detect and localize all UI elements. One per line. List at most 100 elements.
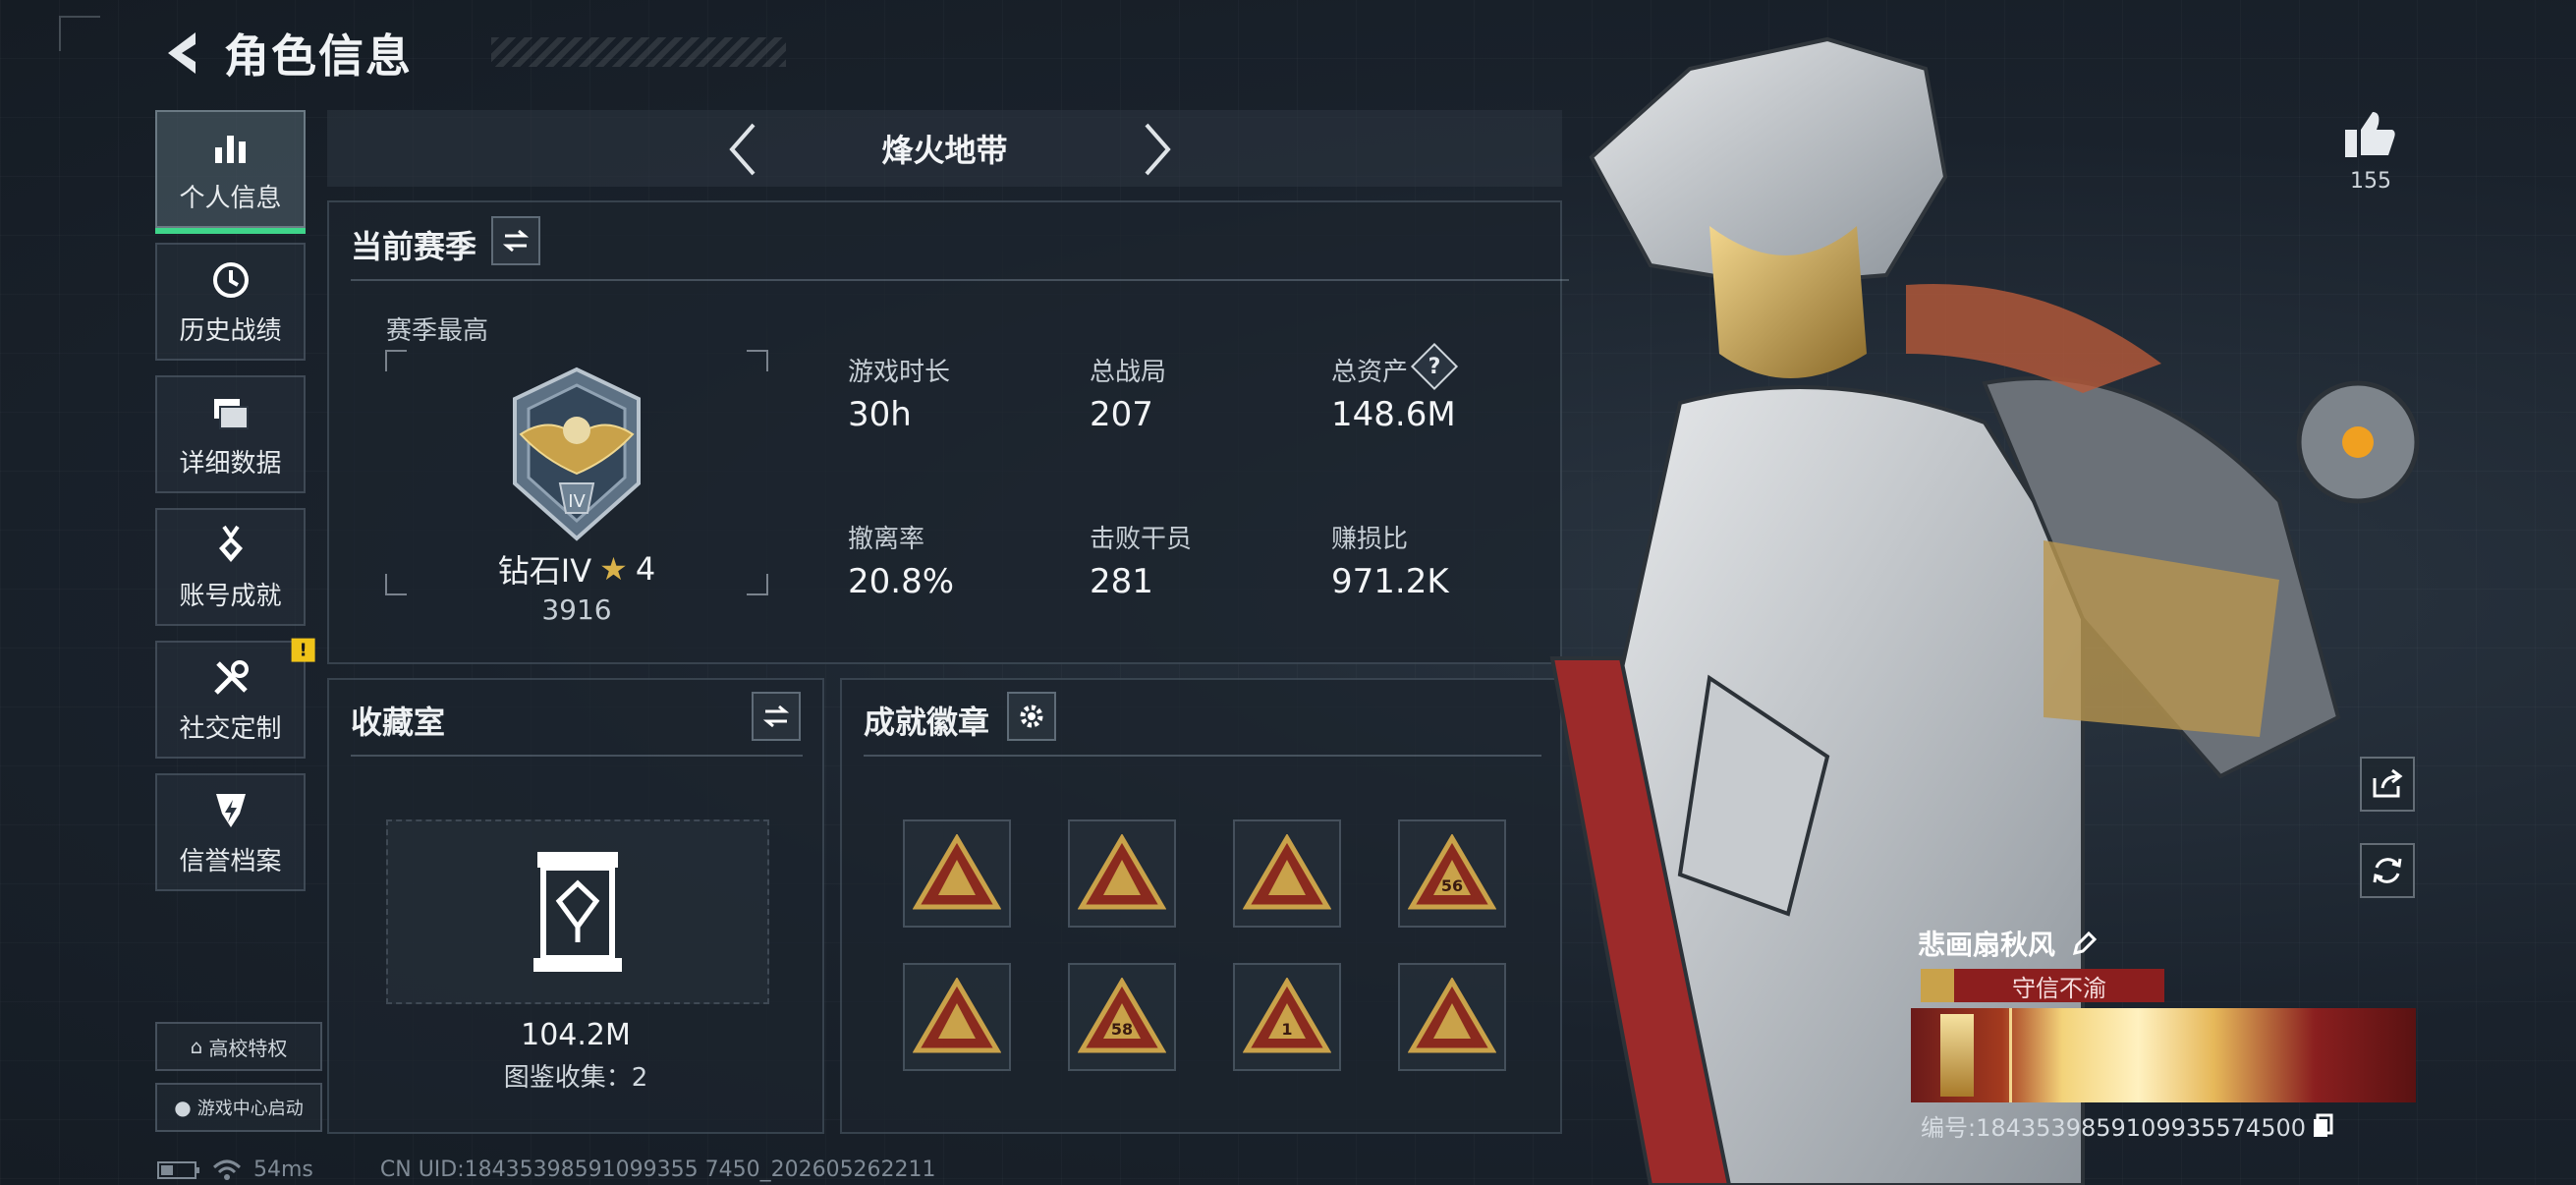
battery-icon: [157, 1160, 199, 1179]
sidebar-item-label: 个人信息: [179, 183, 282, 213]
refresh-icon: [2373, 858, 2402, 883]
player-name-row: 悲画扇秋风: [1918, 924, 2099, 963]
triangle-badge-icon: [1078, 834, 1166, 910]
rank-frame: IV 钻石IV ★ 4 3916: [385, 350, 768, 626]
sidebar-item-history[interactable]: 历史战绩: [155, 243, 306, 361]
stat-value: 148.6M: [1331, 395, 1456, 434]
badge-label: 56: [1441, 876, 1463, 895]
divider: [864, 755, 1541, 757]
banner-sword-art: [1940, 1014, 1974, 1097]
achievement-badge[interactable]: 56: [1398, 819, 1506, 928]
stat-label: 赚损比: [1331, 525, 1409, 554]
achievements-settings-button[interactable]: [1007, 692, 1056, 741]
frame-corner: [747, 350, 768, 371]
stat-label: 撤离率: [848, 525, 925, 554]
achievement-badge[interactable]: [1068, 819, 1176, 928]
chevron-right-icon: [1145, 123, 1171, 176]
achievement-badge[interactable]: [903, 819, 1011, 928]
stat-label: 游戏时长: [848, 358, 951, 387]
achievement-badge[interactable]: [1398, 963, 1506, 1071]
copy-icon[interactable]: [2312, 1113, 2333, 1139]
triangle-badge-icon: [913, 978, 1001, 1053]
badge-label: 1: [1281, 1020, 1292, 1039]
honor-emblem-icon: [1921, 969, 1954, 1002]
corner-mark: [59, 16, 100, 51]
honor-tag: 守信不渝: [1921, 969, 2164, 1002]
player-name: 悲画扇秋风: [1918, 929, 2056, 961]
game-center-label: 游戏中心启动: [196, 1099, 304, 1119]
name-card-banner[interactable]: [1911, 1008, 2416, 1102]
sidebar-item-label: 社交定制: [179, 713, 282, 744]
header: 角色信息: [157, 24, 786, 83]
refresh-button[interactable]: [2360, 843, 2415, 898]
lightning-shield-icon: [208, 788, 253, 833]
banner-divider: [2009, 1008, 2012, 1102]
wifi-icon: [212, 1159, 242, 1180]
chevron-left-icon: [729, 123, 756, 176]
medal-icon: [208, 523, 253, 568]
rank-score: 3916: [541, 593, 612, 626]
share-button[interactable]: [2360, 757, 2415, 812]
season-title: 当前赛季: [351, 228, 477, 265]
divider: [351, 279, 1569, 281]
sidebar-item-details[interactable]: 详细数据: [155, 375, 306, 493]
sidebar-item-credit[interactable]: 信誉档案: [155, 773, 306, 891]
triangle-badge-icon: [913, 834, 1001, 910]
mode-next-button[interactable]: [1133, 122, 1182, 177]
player-uid-row: 编号:1843539859109935574500: [1921, 1108, 2333, 1143]
collection-switch-button[interactable]: [752, 692, 801, 741]
campus-icon: ⌂: [190, 1035, 203, 1058]
player-uid: 编号:1843539859109935574500: [1921, 1114, 2307, 1142]
sidebar-item-label: 信誉档案: [179, 846, 282, 876]
collection-value: 104.2M: [521, 1018, 631, 1052]
share-icon: [2373, 768, 2403, 798]
season-best-label: 赛季最高: [386, 316, 489, 346]
game-center-button[interactable]: ● 游戏中心启动: [155, 1083, 322, 1132]
sidebar-item-achievements[interactable]: 账号成就: [155, 508, 306, 626]
frame-corner: [385, 350, 407, 371]
achievements-panel: 成就徽章 56 58 1: [840, 678, 1562, 1134]
edit-pencil-icon[interactable]: [2071, 930, 2099, 957]
achievement-badge[interactable]: [1233, 819, 1341, 928]
stat-value: 207: [1090, 395, 1153, 434]
vault-icon: [533, 852, 622, 972]
stat-label: 总资产: [1331, 358, 1409, 387]
sidebar-item-personal-info[interactable]: 个人信息: [155, 110, 306, 234]
stat-value: 30h: [848, 395, 912, 434]
warning-badge: !: [291, 638, 315, 662]
collection-count: 图鉴收集：2: [503, 1063, 648, 1093]
gear-icon: [1020, 705, 1043, 728]
like-button[interactable]: 155: [2340, 108, 2401, 194]
back-button[interactable]: [157, 26, 206, 81]
badge-label: 58: [1111, 1020, 1133, 1039]
mode-selector: 烽火地带: [327, 110, 1562, 187]
achievement-badge[interactable]: 58: [1068, 963, 1176, 1071]
campus-privilege-button[interactable]: ⌂ 高校特权: [155, 1022, 322, 1071]
star-icon: ★: [599, 550, 628, 588]
season-switch-button[interactable]: [491, 216, 540, 265]
swap-icon: [762, 705, 790, 728]
thumbs-up-icon: [2345, 112, 2395, 157]
svg-text:IV: IV: [568, 491, 586, 512]
ping-text: 54ms: [253, 1157, 313, 1182]
title-decoration: [491, 37, 786, 67]
achievements-title: 成就徽章: [864, 704, 990, 741]
tools-icon: [208, 655, 253, 701]
collection-display[interactable]: [386, 819, 769, 1004]
like-count: 155: [2350, 169, 2391, 194]
achievement-badge[interactable]: 1: [1233, 963, 1341, 1071]
stat-label: 总战局: [1090, 358, 1167, 387]
back-arrow-icon: [168, 32, 196, 74]
rank-name: 钻石IV: [497, 552, 592, 590]
sidebar: 个人信息 历史战绩 详细数据 账号成就 社交定制 ! 信誉档案: [155, 110, 315, 906]
triangle-badge-icon: 56: [1408, 834, 1496, 910]
mode-label: 烽火地带: [881, 132, 1008, 169]
stat-value: 281: [1090, 562, 1153, 601]
rank-stars: 4: [635, 550, 656, 588]
mode-prev-button[interactable]: [718, 122, 767, 177]
achievement-badge[interactable]: [903, 963, 1011, 1071]
stat-label: 击败干员: [1090, 525, 1193, 554]
stat-value: 20.8%: [848, 562, 955, 601]
sidebar-item-label: 详细数据: [179, 448, 282, 479]
sidebar-item-social[interactable]: 社交定制 !: [155, 638, 315, 759]
